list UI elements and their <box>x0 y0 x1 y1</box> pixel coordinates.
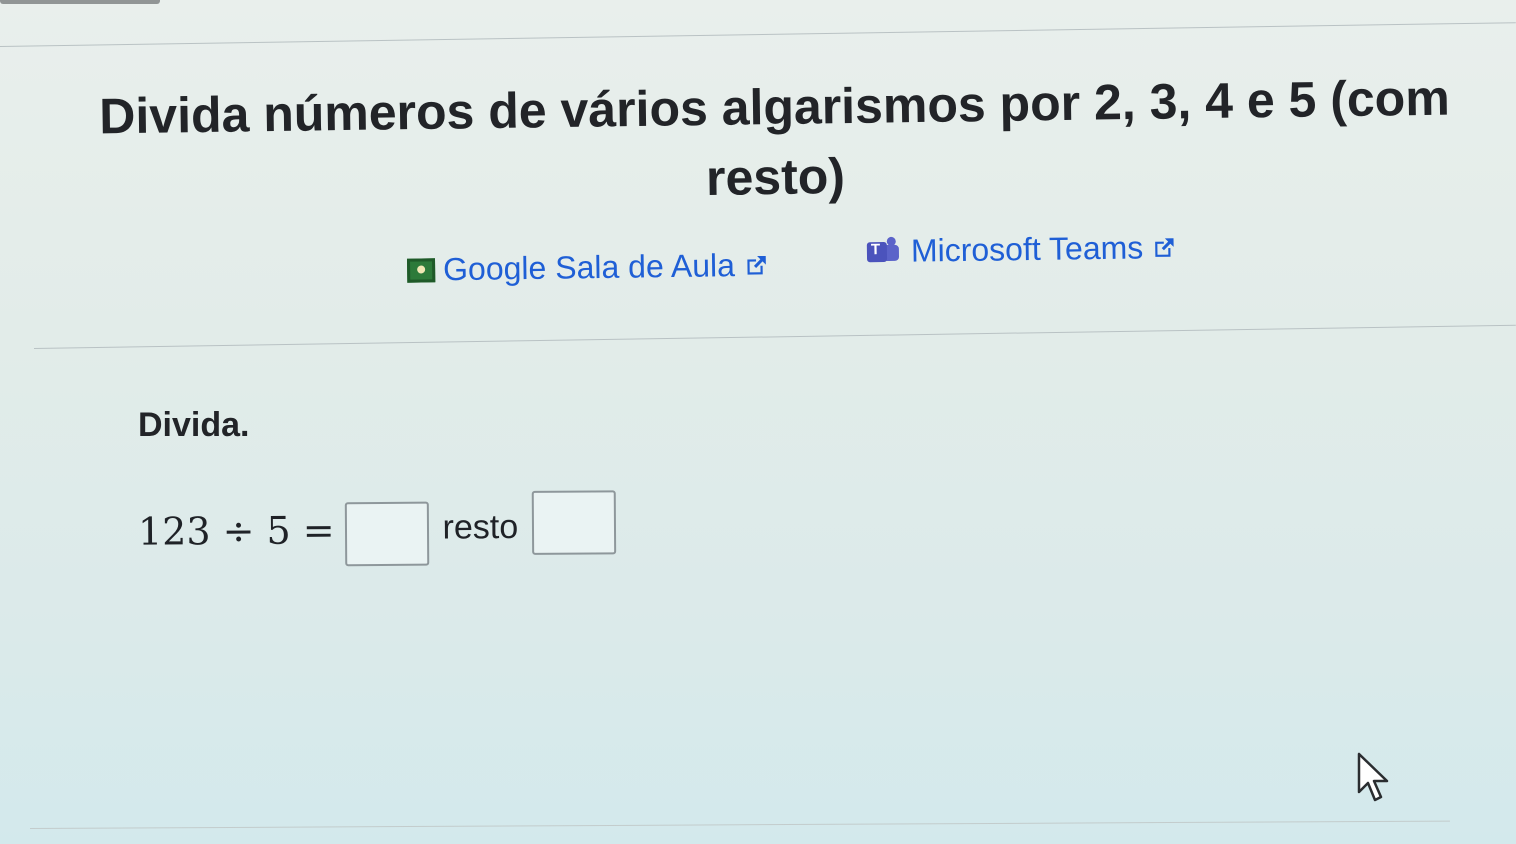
bottom-divider <box>29 820 1450 829</box>
microsoft-teams-label: Microsoft Teams <box>910 229 1144 269</box>
external-link-icon <box>1155 237 1174 257</box>
mouse-pointer-icon <box>1357 752 1389 802</box>
exercise-instruction: Divida. <box>138 406 250 444</box>
google-classroom-label: Google Sala de Aula <box>442 247 736 288</box>
top-edge <box>0 0 1516 6</box>
remainder-label: resto <box>442 507 519 547</box>
page-title: Divida números de vários algarismos por … <box>98 69 1451 206</box>
top-divider <box>0 22 1516 47</box>
microsoft-teams-link[interactable]: T Microsoft Teams <box>865 229 1178 270</box>
google-classroom-link[interactable]: Google Sala de Aula <box>406 247 769 289</box>
division-equation: 123 ÷ 5 = resto <box>138 488 617 571</box>
remainder-input[interactable] <box>531 490 617 555</box>
division-expression: 123 ÷ 5 = <box>137 508 335 554</box>
section-divider <box>33 324 1516 349</box>
quotient-input[interactable] <box>344 501 429 567</box>
share-links: Google Sala de Aula T Microsoft Teams <box>405 226 1226 287</box>
external-link-icon <box>747 255 766 275</box>
google-classroom-icon <box>406 257 436 283</box>
microsoft-teams-icon: T <box>865 236 903 267</box>
